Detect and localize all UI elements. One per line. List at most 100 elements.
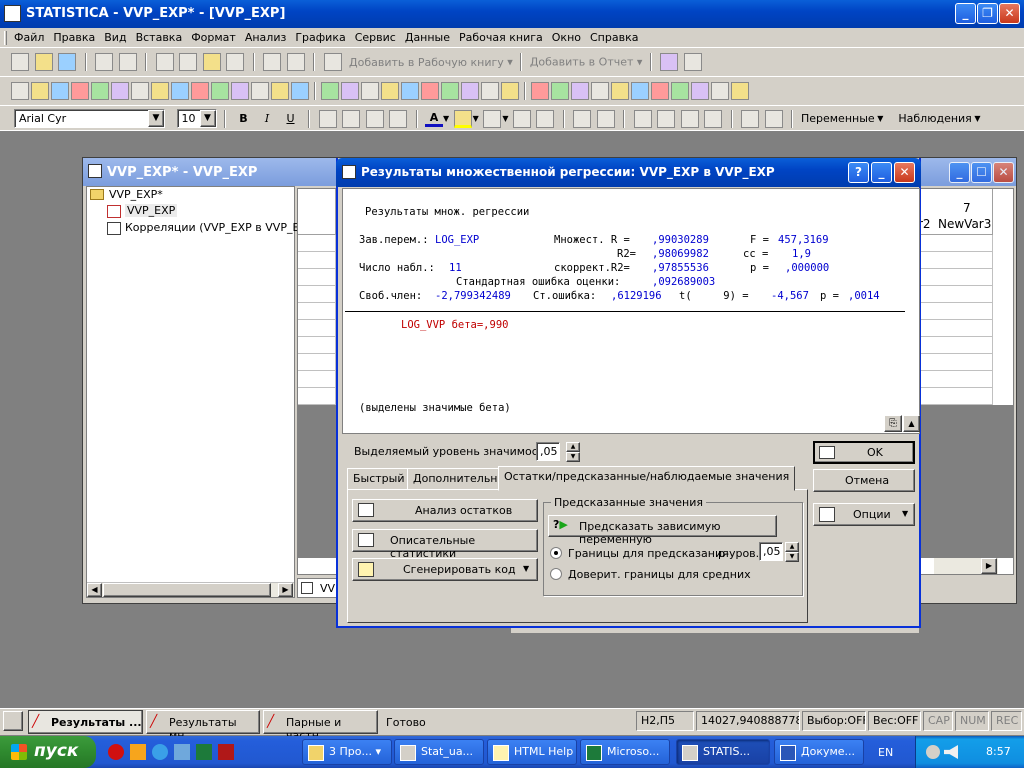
menu-item-3[interactable]: Вставка [136,31,183,44]
table-a-icon[interactable] [531,82,549,100]
save-icon[interactable] [58,53,76,71]
menu-item-8[interactable]: Данные [405,31,450,44]
table-b-icon[interactable] [551,82,569,100]
predict-dependent-button[interactable]: ?▶ Предсказать зависимую переменную [548,515,777,546]
scroll-right-icon[interactable]: ▶ [278,583,293,597]
column-header[interactable] [298,189,336,235]
cancel-button[interactable]: Отмена [813,469,915,492]
significance-spin-down-icon[interactable]: ▼ [566,452,580,462]
task-stat-ua[interactable]: Stat_ua... [394,739,484,765]
tree-item-correlations[interactable]: Корреляции (VVP_EXP в VVP_EXP [125,221,314,234]
scatterplot-icon[interactable] [51,82,69,100]
3d-bar-icon[interactable] [251,82,269,100]
line-plot-icon[interactable] [111,82,129,100]
palette-icon[interactable] [441,82,459,100]
workbook-icon[interactable] [3,711,23,731]
zoom-icon[interactable] [381,82,399,100]
acrobat-icon[interactable] [218,744,234,760]
p-level-spin-up-icon[interactable]: ▲ [785,542,799,552]
task-document[interactable]: Докуме... [774,739,864,765]
table-i-icon[interactable] [691,82,709,100]
menu-item-2[interactable]: Вид [104,31,126,44]
tree-item-vvp-exp[interactable]: VVP_EXP [125,204,178,217]
formula-icon[interactable] [764,109,783,128]
task-results-1[interactable]: ╱ Результаты ... [28,710,143,734]
table-e-icon[interactable] [611,82,629,100]
context-help-icon[interactable] [683,53,702,71]
lock-icon[interactable] [704,109,723,128]
tool-icon[interactable] [633,109,652,128]
align-left-icon[interactable] [318,109,337,128]
shield-icon[interactable] [461,82,479,100]
row-header[interactable] [298,354,336,371]
row-header[interactable] [298,269,336,286]
sheet-tab[interactable]: VV [297,578,337,598]
table-j-icon[interactable] [711,82,729,100]
table-h-icon[interactable] [671,82,689,100]
grid2-icon[interactable] [481,82,499,100]
task-html-help[interactable]: HTML Help [487,739,577,765]
close-icon[interactable]: ✕ [894,162,915,183]
minimize-icon[interactable]: _ [871,162,892,183]
marker-icon[interactable] [512,109,531,128]
scroll-left-icon[interactable]: ◀ [87,583,102,597]
contour-icon[interactable] [231,82,249,100]
clock[interactable]: 8:57 [986,745,1011,758]
close-icon[interactable]: ✕ [993,162,1014,183]
scroll-up-icon[interactable]: ▲ [903,415,920,432]
menu-item-11[interactable]: Справка [590,31,638,44]
minimize-icon[interactable]: _ [955,3,976,24]
table-d-icon[interactable] [591,82,609,100]
copy-icon[interactable]: ⎘ [884,415,902,432]
minimize-icon[interactable]: _ [949,162,970,183]
chevron-down-icon[interactable]: ▼ [199,110,216,127]
bold-icon[interactable]: B [234,112,254,125]
means-plot-icon[interactable] [71,82,89,100]
matrix-icon[interactable] [151,82,169,100]
print-preview-icon[interactable] [118,53,137,71]
task-results-2[interactable]: ╱ Результаты мн... [146,710,260,742]
table-g-icon[interactable] [651,82,669,100]
row-header[interactable] [298,235,336,252]
table-k-icon[interactable] [731,82,749,100]
chevron-down-icon[interactable]: ▼ [148,110,164,127]
menu-item-6[interactable]: Графика [295,31,345,44]
task-correlations[interactable]: ╱ Парные и частн... [263,710,378,742]
font-color-icon[interactable]: A [425,111,443,127]
redo-icon[interactable] [286,53,305,71]
pie-icon[interactable] [131,82,149,100]
surface-icon[interactable] [211,82,229,100]
tree-root[interactable]: VVP_EXP* [109,188,163,201]
row-header[interactable] [298,303,336,320]
ok-button[interactable]: OK [813,441,915,464]
options-button[interactable]: Опции ▼ [813,503,915,526]
help-icon[interactable]: ? [848,162,869,183]
fill-color-icon[interactable] [453,109,472,128]
open-icon[interactable] [34,53,53,71]
sort-icon[interactable] [741,109,760,128]
volume-icon[interactable] [944,745,958,759]
tools-icon[interactable] [361,82,379,100]
tray-icon[interactable] [926,745,940,759]
help-book-icon[interactable] [660,53,679,71]
significance-spin-up-icon[interactable]: ▲ [566,442,580,452]
menu-item-7[interactable]: Сервис [355,31,396,44]
paste-icon[interactable] [202,53,221,71]
restore-icon[interactable]: ❐ [977,3,998,24]
task-folder[interactable]: 3 Про... ▾ [302,739,392,765]
tab-quick[interactable]: Быстрый [347,468,411,490]
gridlines-icon[interactable] [536,109,555,128]
variables-menu[interactable]: Переменные [801,112,875,125]
table-f-icon[interactable] [631,82,649,100]
tab-residuals[interactable]: Остатки/предсказанные/наблюдаемые значен… [498,466,796,491]
cut-icon[interactable] [155,53,174,71]
menu-item-9[interactable]: Рабочая книга [459,31,543,44]
font-size-select[interactable]: 10 ▼ [176,109,217,128]
merge-icon[interactable] [389,109,407,128]
menu-item-4[interactable]: Формат [191,31,236,44]
start-button[interactable]: пуск [0,736,96,768]
residual-analysis-button[interactable]: Анализ остатков [352,499,538,522]
radio-confidence-means[interactable] [550,568,562,580]
histogram-icon[interactable] [31,82,49,100]
table-c-icon[interactable] [571,82,589,100]
